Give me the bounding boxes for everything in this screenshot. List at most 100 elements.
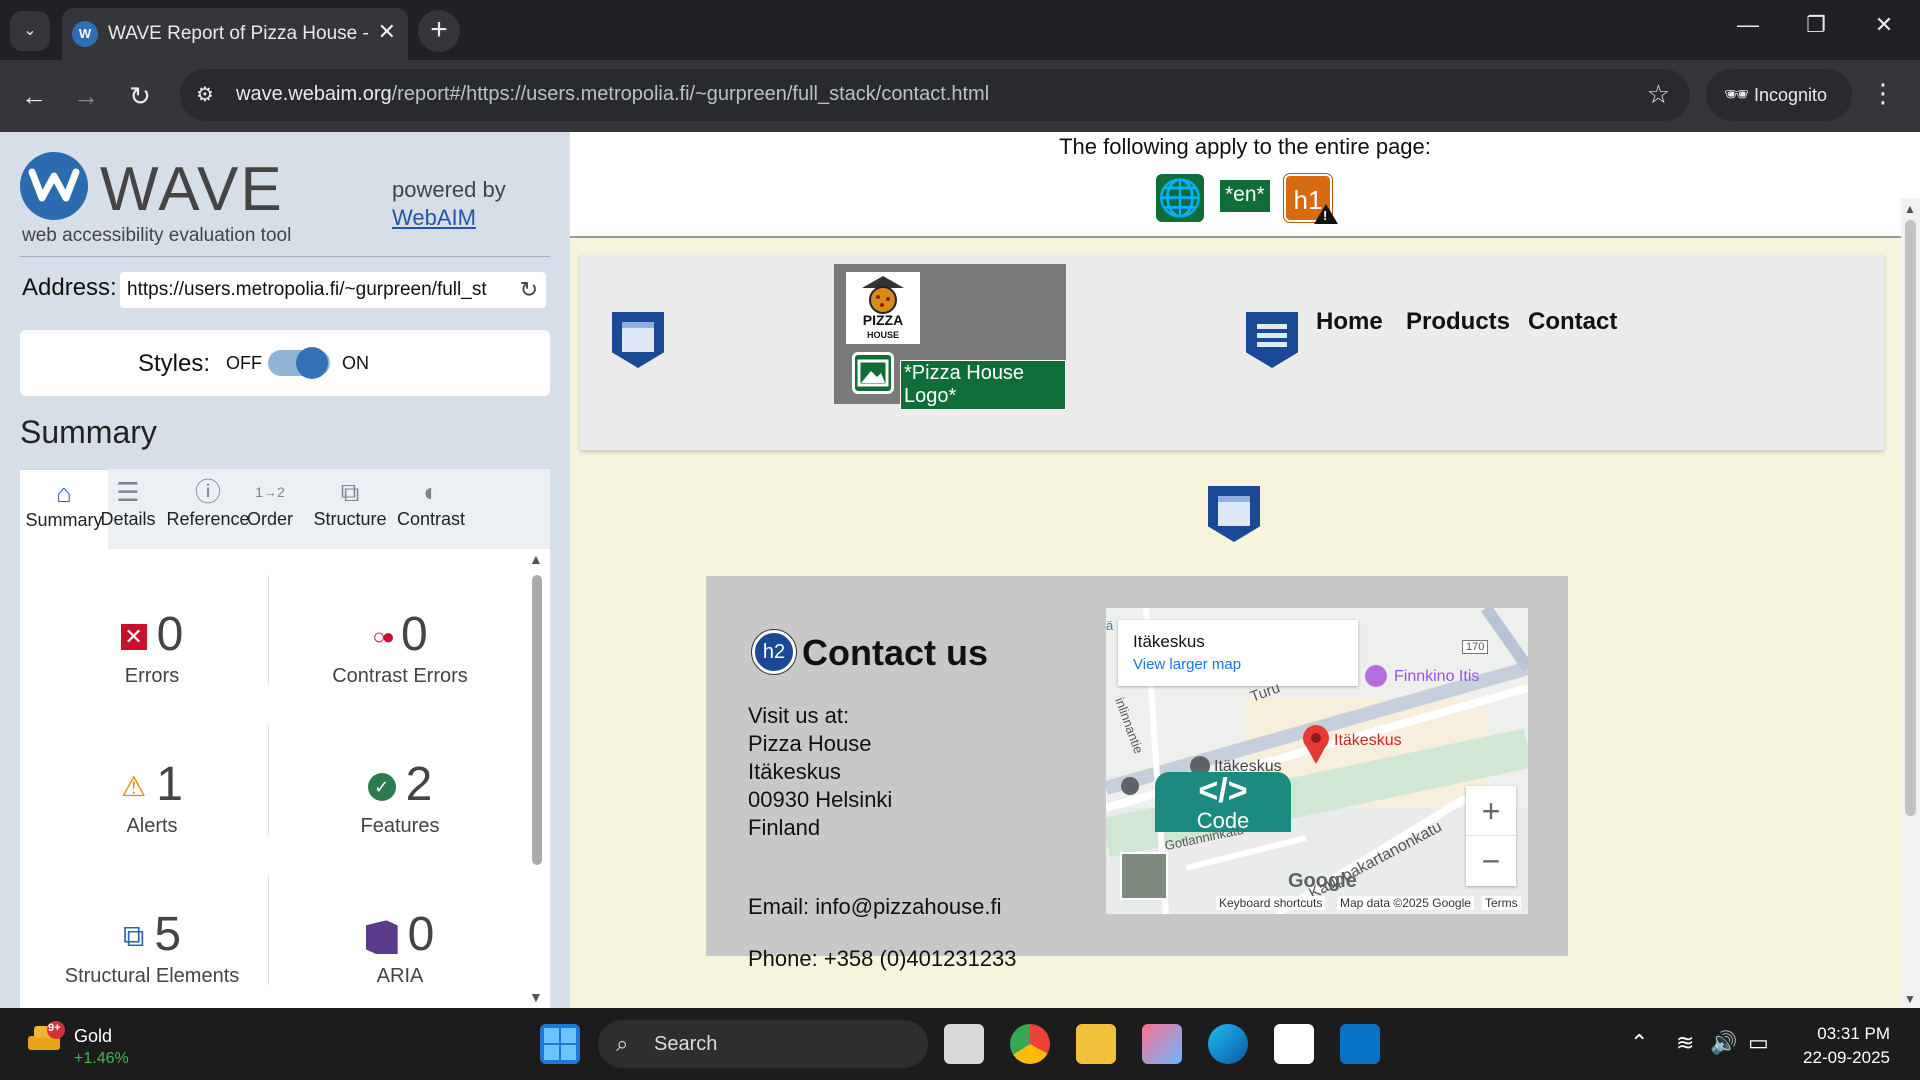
panel-scrollbar[interactable]: ▲ ▼: [528, 549, 544, 1008]
alt-text-badge[interactable]: *Pizza House Logo*: [900, 360, 1066, 410]
powered-by: powered by WebAIM: [392, 176, 506, 232]
image-alt-icon[interactable]: [852, 352, 894, 394]
features-label: Features: [360, 815, 440, 837]
features-count[interactable]: ✓ 2 Features: [280, 757, 520, 838]
scroll-thumb[interactable]: [532, 575, 542, 865]
summary-heading: Summary: [20, 414, 157, 450]
tab-structure[interactable]: ⧉ Structure: [306, 469, 394, 549]
embedded-map[interactable]: Itäkeskus View larger map Finnkino Itis …: [1106, 608, 1528, 914]
aria-count[interactable]: 0 ARIA: [280, 907, 520, 988]
copilot-icon[interactable]: [1142, 1024, 1182, 1064]
stock-widget[interactable]: 9+ Gold +1.46%: [26, 1020, 129, 1067]
url-text[interactable]: wave.webaim.org/report#/https://users.me…: [236, 83, 989, 106]
chrome-icon[interactable]: [1010, 1024, 1050, 1064]
logo-text: PIZZA HOUSE: [846, 313, 920, 342]
close-tab-icon[interactable]: ✕: [378, 19, 396, 45]
structural-count[interactable]: ⧉ 5 Structural Elements: [32, 907, 272, 988]
tab-order[interactable]: 1→2 Order: [234, 469, 306, 549]
file-explorer-icon[interactable]: [1076, 1024, 1116, 1064]
language-badge[interactable]: *en*: [1220, 180, 1270, 212]
page-scrollbar[interactable]: ▲ ▼: [1901, 198, 1920, 1008]
scroll-thumb[interactable]: [1905, 220, 1916, 816]
taskbar-search[interactable]: ⌕ Search: [598, 1020, 928, 1068]
contrast-icon: ◐: [423, 477, 439, 507]
site-info-icon[interactable]: ⚙: [196, 82, 214, 107]
nav-products-link[interactable]: Products: [1406, 308, 1510, 336]
styles-panel: Styles: OFF ON: [20, 330, 550, 396]
language-globe-icon[interactable]: 🌐: [1156, 174, 1204, 222]
contact-section: h2 Contact us Visit us at: Pizza House I…: [706, 576, 1568, 971]
structure-icon: ⧉: [122, 920, 145, 954]
tab-search-button[interactable]: ⌄: [10, 11, 50, 51]
map-label: Finnkino Itis: [1394, 668, 1480, 685]
view-larger-map-link[interactable]: View larger map: [1133, 656, 1241, 673]
map-footer-terms[interactable]: Terms: [1482, 896, 1521, 910]
alerts-count[interactable]: ⚠ 1 Alerts: [32, 757, 272, 838]
main-region-icon[interactable]: [1208, 486, 1260, 542]
clock-date: 22-09-2025: [1803, 1048, 1890, 1067]
task-view-icon[interactable]: [944, 1024, 984, 1064]
windows-start-icon[interactable]: [540, 1024, 580, 1064]
contrast-errors-label: Contrast Errors: [332, 665, 468, 687]
applies-text: The following apply to the entire page:: [1059, 134, 1431, 159]
styles-off-label: OFF: [226, 353, 262, 373]
contact-phone: Phone: +358 (0)401231233: [748, 946, 1017, 971]
zoom-in-icon[interactable]: +: [1466, 786, 1516, 836]
refresh-icon[interactable]: ↻: [520, 272, 538, 308]
back-icon[interactable]: ←: [16, 78, 52, 114]
volume-icon[interactable]: 🔊: [1710, 1030, 1737, 1056]
minimize-icon[interactable]: —: [1728, 12, 1768, 38]
clock[interactable]: 03:31 PM 22-09-2025: [1790, 1022, 1890, 1070]
zoom-out-icon[interactable]: −: [1466, 836, 1516, 886]
reload-icon[interactable]: ↻: [122, 78, 158, 114]
scroll-up-icon[interactable]: ▲: [529, 551, 543, 567]
wifi-icon[interactable]: ≋: [1676, 1030, 1694, 1056]
tab-details[interactable]: ☰ Details: [92, 469, 164, 549]
chevron-down-icon: ⌄: [23, 22, 37, 39]
styles-toggle[interactable]: [268, 347, 330, 379]
h2-heading-badge[interactable]: h2: [752, 630, 796, 674]
chevron-up-icon[interactable]: ⌃: [1630, 1030, 1648, 1056]
feature-check-icon: ✓: [367, 773, 396, 802]
nav-contact-link[interactable]: Contact: [1528, 308, 1617, 336]
route-shield: 170: [1462, 640, 1489, 654]
vscode-icon[interactable]: [1340, 1024, 1380, 1064]
page-wide-icons: The following apply to the entire page: …: [570, 132, 1920, 238]
new-tab-button[interactable]: +: [418, 10, 460, 52]
forward-icon[interactable]: →: [68, 78, 104, 114]
tab-label: Summary: [25, 510, 103, 530]
contrast-errors-count[interactable]: ○● 0 Contrast Errors: [280, 607, 520, 688]
page-viewport: The following apply to the entire page: …: [570, 132, 1920, 1008]
address-bar[interactable]: ⚙ wave.webaim.org/report#/https://users.…: [180, 69, 1690, 121]
tab-label: Structure: [313, 509, 387, 529]
battery-icon[interactable]: ▭: [1748, 1030, 1769, 1056]
store-icon[interactable]: [1274, 1024, 1314, 1064]
code-toggle-button[interactable]: </> Code: [1155, 772, 1291, 833]
header-region-icon[interactable]: [612, 312, 664, 368]
errors-label: Errors: [124, 665, 180, 687]
browser-tab[interactable]: W WAVE Report of Pizza House - C ✕: [62, 8, 408, 60]
bookmark-star-icon[interactable]: ☆: [1647, 79, 1670, 110]
browser-menu-icon[interactable]: ⋮: [1870, 78, 1896, 109]
errors-count[interactable]: ✕ 0 Errors: [32, 607, 272, 688]
scroll-down-icon[interactable]: ▼: [529, 989, 543, 1005]
restore-icon[interactable]: ❐: [1796, 12, 1836, 38]
code-icon: </>: [1198, 772, 1248, 810]
scroll-up-icon[interactable]: ▲: [1904, 202, 1916, 216]
edge-icon[interactable]: [1208, 1024, 1248, 1064]
incognito-indicator[interactable]: 🕶 Incognito: [1706, 69, 1852, 121]
address-label: Address:: [22, 274, 117, 301]
satellite-toggle[interactable]: [1120, 852, 1168, 900]
gold-widget-icon: [28, 1021, 65, 1050]
pizza-house-logo: PIZZA HOUSE: [846, 272, 920, 344]
close-window-icon[interactable]: ✕: [1864, 12, 1904, 38]
incognito-label: Incognito: [1754, 85, 1828, 105]
webaim-link[interactable]: WebAIM: [392, 205, 476, 230]
tab-contrast[interactable]: ◐ Contrast: [390, 469, 472, 549]
nav-home-link[interactable]: Home: [1316, 308, 1383, 336]
scroll-down-icon[interactable]: ▼: [1904, 992, 1916, 1006]
address-line: Itäkeskus: [748, 759, 841, 784]
map-footer-shortcuts[interactable]: Keyboard shortcuts: [1216, 896, 1326, 910]
nav-region-icon[interactable]: [1246, 312, 1298, 368]
address-input[interactable]: https://users.metropolia.fi/~gurpreen/fu…: [120, 272, 546, 308]
